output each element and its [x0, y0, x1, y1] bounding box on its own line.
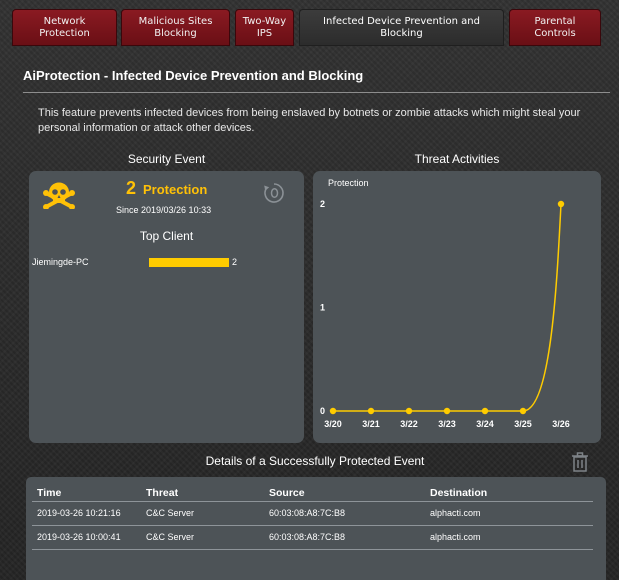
data-point — [519, 407, 527, 415]
data-point — [481, 407, 489, 415]
top-client-count: 2 — [232, 257, 238, 267]
protection-count: 2 — [126, 178, 137, 198]
protection-label: Protection — [143, 182, 208, 197]
table-row-2-threat: C&C Server — [146, 532, 195, 542]
tab-two-way-ips[interactable]: Two-Way IPS — [235, 9, 294, 46]
x-tick-label: 3/21 — [362, 419, 380, 429]
y-tick-label: 1 — [320, 303, 325, 313]
tab-parental-controls[interactable]: Parental Controls — [509, 9, 601, 46]
x-tick-label: 3/20 — [324, 419, 342, 429]
since-timestamp: Since 2019/03/26 10:33 — [116, 205, 212, 215]
series-line-protection — [333, 203, 562, 412]
table-row-2-time: 2019-03-26 10:00:41 — [37, 532, 121, 542]
details-heading: Details of a Successfully Protected Even… — [205, 454, 425, 468]
y-tick-label: 0 — [320, 406, 325, 416]
skull-crossbones-icon — [43, 182, 75, 209]
security-event-heading: Security Event — [127, 152, 206, 166]
data-point — [557, 200, 565, 208]
threat-activities-panel: Protection 0 1 2 3/20 3/21 3/22 3/23 3/24 3/25 3/2… — [313, 171, 601, 443]
data-point — [405, 407, 413, 415]
data-point — [367, 407, 375, 415]
table-row-1-destination: alphacti.com — [430, 508, 481, 518]
title-divider — [23, 92, 610, 93]
chart-title: Protection — [328, 178, 369, 188]
top-client-name: Jiemingde-PC — [32, 257, 89, 267]
column-header-threat: Threat — [146, 487, 179, 499]
row-divider — [32, 525, 593, 526]
tab-infected-device-prevention[interactable]: Infected Device Prevention and Blocking — [299, 9, 504, 46]
top-client-heading: Top Client — [139, 229, 194, 243]
table-row-1-threat: C&C Server — [146, 508, 195, 518]
x-tick-label: 3/23 — [438, 419, 456, 429]
details-table: Time Threat Source Destination 2019-03-2… — [26, 477, 606, 580]
table-row-1-time: 2019-03-26 10:21:16 — [37, 508, 121, 518]
data-point — [329, 407, 337, 415]
x-tick-label: 3/22 — [400, 419, 418, 429]
table-row-1-source: 60:03:08:A8:7C:B8 — [269, 508, 346, 518]
table-row-2-destination: alphacti.com — [430, 532, 481, 542]
top-client-bar — [149, 258, 229, 267]
threat-activities-heading: Threat Activities — [414, 152, 500, 166]
reset-counter-icon[interactable] — [262, 181, 286, 205]
x-tick-label: 3/24 — [476, 419, 494, 429]
data-point — [443, 407, 451, 415]
page-title: AiProtection - Infected Device Preventio… — [23, 68, 364, 83]
table-row-2-source: 60:03:08:A8:7C:B8 — [269, 532, 346, 542]
header-divider — [32, 501, 593, 502]
trash-icon[interactable] — [571, 452, 589, 472]
x-tick-label: 3/26 — [552, 419, 570, 429]
y-tick-label: 2 — [320, 199, 325, 209]
security-event-panel: 2 Protection Since 2019/03/26 10:33 Top … — [29, 171, 304, 443]
tab-network-protection[interactable]: Network Protection — [12, 9, 117, 46]
threat-activities-chart: Protection 0 1 2 3/20 3/21 3/22 3/23 3/24 3/25 3/2… — [320, 178, 570, 429]
x-tick-label: 3/25 — [514, 419, 532, 429]
column-header-time: Time — [37, 487, 62, 499]
column-header-source: Source — [269, 487, 305, 499]
column-header-destination: Destination — [430, 487, 488, 499]
row-divider — [32, 549, 593, 550]
tab-bar: Network Protection Malicious Sites Block… — [0, 0, 619, 50]
feature-description: This feature prevents infected devices f… — [38, 107, 581, 134]
tab-malicious-sites-blocking[interactable]: Malicious Sites Blocking — [121, 9, 230, 46]
